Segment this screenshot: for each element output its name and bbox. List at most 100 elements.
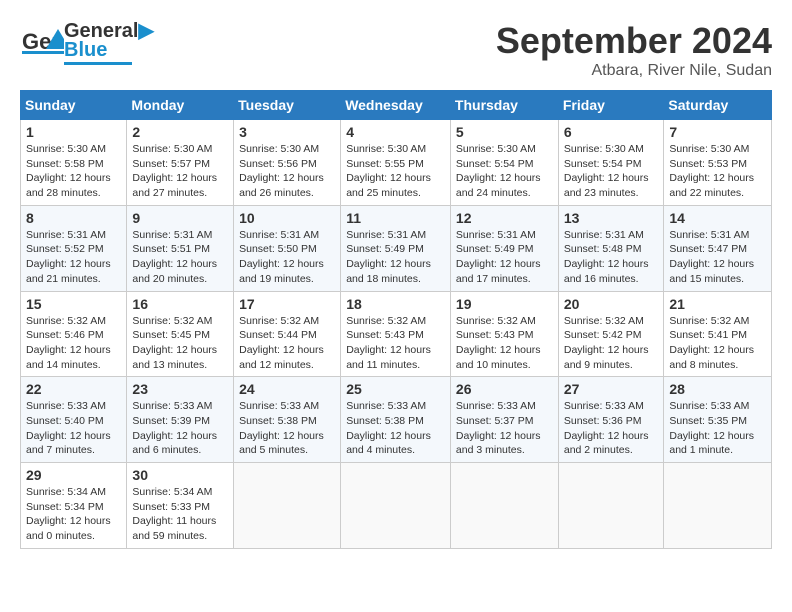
day-cell — [450, 463, 558, 549]
logo-blue: Blue — [64, 40, 154, 60]
day-number: 10 — [239, 210, 335, 226]
weekday-friday: Friday — [558, 91, 663, 120]
day-cell: 11 Sunrise: 5:31 AMSunset: 5:49 PMDaylig… — [341, 205, 451, 291]
day-number: 23 — [132, 381, 228, 397]
day-info: Sunrise: 5:31 AMSunset: 5:49 PMDaylight:… — [456, 229, 541, 285]
day-number: 28 — [669, 381, 766, 397]
day-info: Sunrise: 5:31 AMSunset: 5:52 PMDaylight:… — [26, 229, 111, 285]
day-info: Sunrise: 5:32 AMSunset: 5:43 PMDaylight:… — [456, 315, 541, 371]
day-number: 25 — [346, 381, 445, 397]
day-number: 15 — [26, 296, 121, 312]
day-cell: 18 Sunrise: 5:32 AMSunset: 5:43 PMDaylig… — [341, 291, 451, 377]
day-cell: 8 Sunrise: 5:31 AMSunset: 5:52 PMDayligh… — [21, 205, 127, 291]
day-number: 19 — [456, 296, 553, 312]
day-cell: 28 Sunrise: 5:33 AMSunset: 5:35 PMDaylig… — [664, 377, 772, 463]
day-cell — [664, 463, 772, 549]
month-title: September 2024 — [496, 20, 772, 62]
day-info: Sunrise: 5:30 AMSunset: 5:54 PMDaylight:… — [456, 143, 541, 199]
day-info: Sunrise: 5:30 AMSunset: 5:53 PMDaylight:… — [669, 143, 754, 199]
logo-underline — [64, 62, 132, 65]
day-info: Sunrise: 5:31 AMSunset: 5:47 PMDaylight:… — [669, 229, 754, 285]
day-number: 3 — [239, 124, 335, 140]
day-cell: 19 Sunrise: 5:32 AMSunset: 5:43 PMDaylig… — [450, 291, 558, 377]
day-number: 2 — [132, 124, 228, 140]
day-cell: 23 Sunrise: 5:33 AMSunset: 5:39 PMDaylig… — [127, 377, 234, 463]
day-cell: 17 Sunrise: 5:32 AMSunset: 5:44 PMDaylig… — [234, 291, 341, 377]
day-info: Sunrise: 5:33 AMSunset: 5:37 PMDaylight:… — [456, 400, 541, 456]
weekday-saturday: Saturday — [664, 91, 772, 120]
weekday-tuesday: Tuesday — [234, 91, 341, 120]
week-row-5: 29 Sunrise: 5:34 AMSunset: 5:34 PMDaylig… — [21, 463, 772, 549]
day-info: Sunrise: 5:30 AMSunset: 5:58 PMDaylight:… — [26, 143, 111, 199]
day-number: 26 — [456, 381, 553, 397]
day-info: Sunrise: 5:32 AMSunset: 5:43 PMDaylight:… — [346, 315, 431, 371]
subtitle: Atbara, River Nile, Sudan — [496, 62, 772, 80]
day-cell: 26 Sunrise: 5:33 AMSunset: 5:37 PMDaylig… — [450, 377, 558, 463]
day-number: 5 — [456, 124, 553, 140]
day-info: Sunrise: 5:32 AMSunset: 5:41 PMDaylight:… — [669, 315, 754, 371]
day-info: Sunrise: 5:31 AMSunset: 5:51 PMDaylight:… — [132, 229, 217, 285]
day-cell: 24 Sunrise: 5:33 AMSunset: 5:38 PMDaylig… — [234, 377, 341, 463]
weekday-sunday: Sunday — [21, 91, 127, 120]
day-number: 20 — [564, 296, 658, 312]
day-info: Sunrise: 5:33 AMSunset: 5:35 PMDaylight:… — [669, 400, 754, 456]
day-cell: 4 Sunrise: 5:30 AMSunset: 5:55 PMDayligh… — [341, 120, 451, 206]
day-number: 29 — [26, 467, 121, 483]
day-cell: 21 Sunrise: 5:32 AMSunset: 5:41 PMDaylig… — [664, 291, 772, 377]
day-info: Sunrise: 5:33 AMSunset: 5:38 PMDaylight:… — [346, 400, 431, 456]
day-cell: 22 Sunrise: 5:33 AMSunset: 5:40 PMDaylig… — [21, 377, 127, 463]
day-number: 6 — [564, 124, 658, 140]
day-number: 30 — [132, 467, 228, 483]
week-row-1: 1 Sunrise: 5:30 AMSunset: 5:58 PMDayligh… — [21, 120, 772, 206]
day-number: 16 — [132, 296, 228, 312]
day-cell — [558, 463, 663, 549]
day-cell: 20 Sunrise: 5:32 AMSunset: 5:42 PMDaylig… — [558, 291, 663, 377]
day-info: Sunrise: 5:31 AMSunset: 5:49 PMDaylight:… — [346, 229, 431, 285]
calendar-body: 1 Sunrise: 5:30 AMSunset: 5:58 PMDayligh… — [21, 120, 772, 549]
weekday-thursday: Thursday — [450, 91, 558, 120]
weekday-monday: Monday — [127, 91, 234, 120]
day-number: 27 — [564, 381, 658, 397]
day-number: 12 — [456, 210, 553, 226]
day-cell: 3 Sunrise: 5:30 AMSunset: 5:56 PMDayligh… — [234, 120, 341, 206]
day-info: Sunrise: 5:30 AMSunset: 5:55 PMDaylight:… — [346, 143, 431, 199]
logo: General General▶ Blue — [20, 20, 154, 65]
day-info: Sunrise: 5:30 AMSunset: 5:54 PMDaylight:… — [564, 143, 649, 199]
day-cell: 5 Sunrise: 5:30 AMSunset: 5:54 PMDayligh… — [450, 120, 558, 206]
day-info: Sunrise: 5:30 AMSunset: 5:56 PMDaylight:… — [239, 143, 324, 199]
day-number: 8 — [26, 210, 121, 226]
logo-icon: General — [20, 21, 64, 65]
day-info: Sunrise: 5:32 AMSunset: 5:44 PMDaylight:… — [239, 315, 324, 371]
day-cell: 27 Sunrise: 5:33 AMSunset: 5:36 PMDaylig… — [558, 377, 663, 463]
header: General General▶ Blue September 2024 Atb… — [20, 20, 772, 80]
day-info: Sunrise: 5:34 AMSunset: 5:34 PMDaylight:… — [26, 486, 111, 542]
day-cell: 30 Sunrise: 5:34 AMSunset: 5:33 PMDaylig… — [127, 463, 234, 549]
day-number: 7 — [669, 124, 766, 140]
day-number: 4 — [346, 124, 445, 140]
title-area: September 2024 Atbara, River Nile, Sudan — [496, 20, 772, 80]
day-cell: 10 Sunrise: 5:31 AMSunset: 5:50 PMDaylig… — [234, 205, 341, 291]
day-number: 1 — [26, 124, 121, 140]
week-row-2: 8 Sunrise: 5:31 AMSunset: 5:52 PMDayligh… — [21, 205, 772, 291]
day-info: Sunrise: 5:33 AMSunset: 5:40 PMDaylight:… — [26, 400, 111, 456]
day-cell: 13 Sunrise: 5:31 AMSunset: 5:48 PMDaylig… — [558, 205, 663, 291]
day-info: Sunrise: 5:32 AMSunset: 5:45 PMDaylight:… — [132, 315, 217, 371]
day-cell: 25 Sunrise: 5:33 AMSunset: 5:38 PMDaylig… — [341, 377, 451, 463]
day-info: Sunrise: 5:32 AMSunset: 5:42 PMDaylight:… — [564, 315, 649, 371]
day-number: 21 — [669, 296, 766, 312]
day-number: 13 — [564, 210, 658, 226]
day-cell — [234, 463, 341, 549]
day-info: Sunrise: 5:33 AMSunset: 5:39 PMDaylight:… — [132, 400, 217, 456]
day-cell: 1 Sunrise: 5:30 AMSunset: 5:58 PMDayligh… — [21, 120, 127, 206]
weekday-header-row: SundayMondayTuesdayWednesdayThursdayFrid… — [21, 91, 772, 120]
weekday-wednesday: Wednesday — [341, 91, 451, 120]
day-info: Sunrise: 5:31 AMSunset: 5:50 PMDaylight:… — [239, 229, 324, 285]
day-number: 9 — [132, 210, 228, 226]
week-row-4: 22 Sunrise: 5:33 AMSunset: 5:40 PMDaylig… — [21, 377, 772, 463]
day-cell: 16 Sunrise: 5:32 AMSunset: 5:45 PMDaylig… — [127, 291, 234, 377]
day-number: 11 — [346, 210, 445, 226]
day-info: Sunrise: 5:32 AMSunset: 5:46 PMDaylight:… — [26, 315, 111, 371]
week-row-3: 15 Sunrise: 5:32 AMSunset: 5:46 PMDaylig… — [21, 291, 772, 377]
day-number: 22 — [26, 381, 121, 397]
day-cell — [341, 463, 451, 549]
